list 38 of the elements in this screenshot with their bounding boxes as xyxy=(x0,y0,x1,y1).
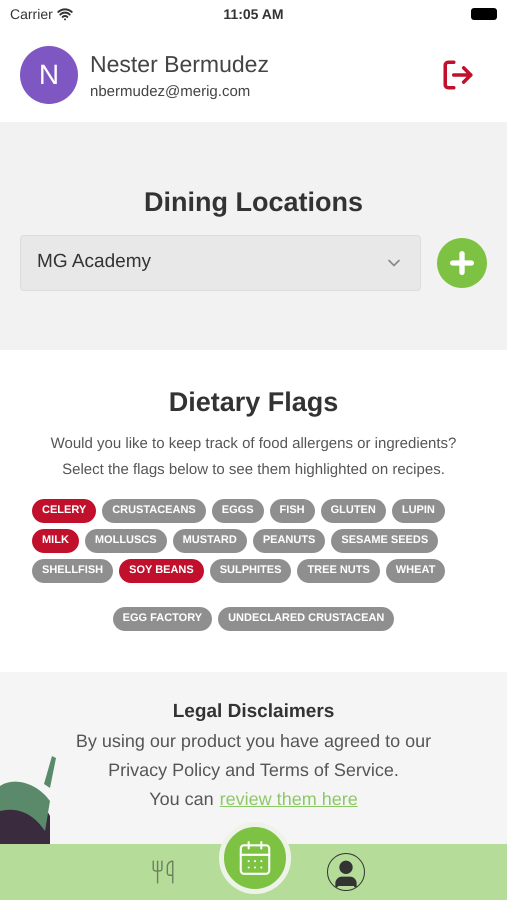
avatar: N xyxy=(20,46,78,104)
review-link[interactable]: review them here xyxy=(220,784,358,814)
flag-chip[interactable]: SESAME SEEDS xyxy=(331,528,438,552)
utensils-icon xyxy=(150,859,176,885)
flag-chip[interactable]: CRUSTACEANS xyxy=(102,498,206,522)
flag-chip[interactable]: MUSTARD xyxy=(172,528,247,552)
legal-prefix: You can xyxy=(149,788,214,810)
flag-chip[interactable]: TREE NUTS xyxy=(297,558,380,582)
status-time: 11:05 AM xyxy=(223,4,284,24)
flag-chip[interactable]: UNDECLARED CRUSTACEAN xyxy=(218,606,394,630)
flag-chip[interactable]: SOY BEANS xyxy=(119,558,204,582)
section-title: Dining Locations xyxy=(144,186,363,219)
legal-title: Legal Disclaimers xyxy=(172,700,334,724)
flag-chip[interactable]: WHEAT xyxy=(386,558,446,582)
flag-chip[interactable]: MILK xyxy=(32,528,79,552)
add-location-button[interactable] xyxy=(437,238,487,288)
flag-chip[interactable]: MOLLUSCS xyxy=(84,528,167,552)
user-email: nbermudez@merig.com xyxy=(90,82,252,102)
flag-chip[interactable]: EGG FACTORY xyxy=(112,606,212,630)
logout-button[interactable] xyxy=(441,58,475,92)
flag-chip[interactable]: CELERY xyxy=(32,498,96,522)
profile-tab[interactable] xyxy=(326,853,364,891)
carrier-label: Carrier xyxy=(10,4,53,24)
section-title: Dietary Flags xyxy=(168,386,338,419)
wifi-icon xyxy=(56,6,73,22)
flag-chip[interactable]: PEANUTS xyxy=(252,528,326,552)
legal-text: By using our product you have agreed to our Privacy Policy and Terms of Service. xyxy=(74,730,432,782)
flag-chip[interactable]: GLUTEN xyxy=(320,498,386,522)
battery-icon xyxy=(471,8,497,20)
flag-chip[interactable]: EGGS xyxy=(212,498,264,522)
flag-chip[interactable]: SULPHITES xyxy=(210,558,292,582)
flag-chip[interactable]: LUPIN xyxy=(392,498,445,522)
flag-chip[interactable]: SHELLFISH xyxy=(32,558,114,582)
dietary-description: Would you like to keep track of food allergens or ingredients? Select the flags below to see them highlighted on recipes. xyxy=(50,434,458,480)
location-select[interactable]: MG Academy xyxy=(20,234,421,290)
user-name: Nester Bermudez xyxy=(90,50,270,78)
logout-icon xyxy=(441,58,475,92)
flag-chip[interactable]: FISH xyxy=(270,498,315,522)
